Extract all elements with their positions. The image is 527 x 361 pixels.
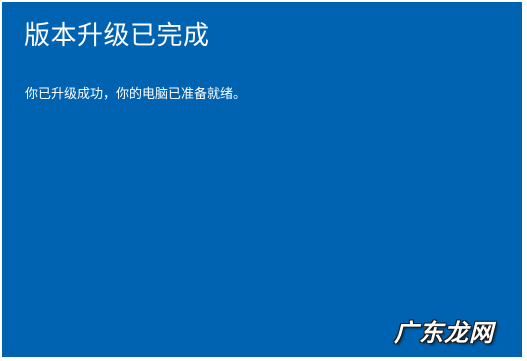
watermark-logo: 广东龙网	[394, 318, 494, 347]
page-title: 版本升级已完成	[24, 21, 210, 51]
screenshot-frame: 版本升级已完成 你已升级成功，你的电脑已准备就绪。 广东龙网	[0, 0, 527, 361]
upgrade-complete-screen: 版本升级已完成 你已升级成功，你的电脑已准备就绪。 广东龙网	[2, 2, 522, 357]
status-message: 你已升级成功，你的电脑已准备就绪。	[25, 87, 247, 102]
